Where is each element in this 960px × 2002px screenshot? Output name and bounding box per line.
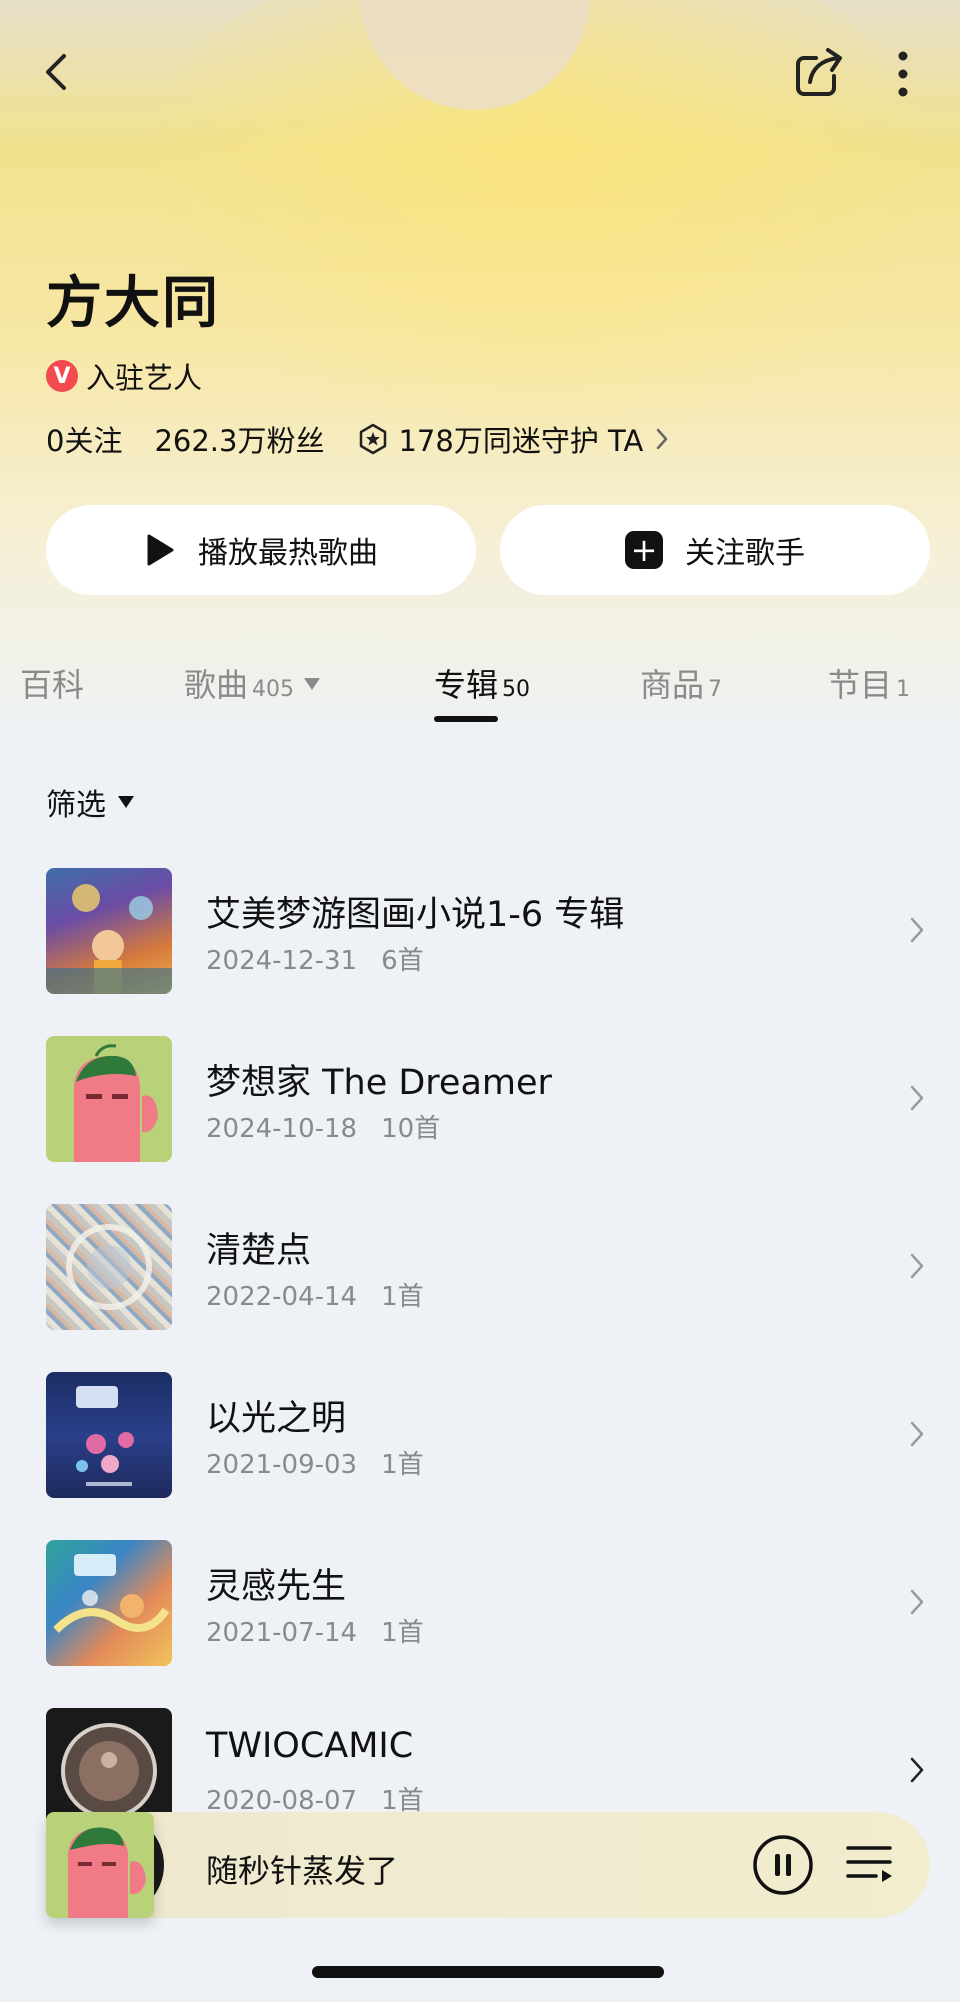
tab-count: 7 [708,677,723,702]
tab-count: 405 [252,677,295,702]
dropdown-triangle-icon [304,678,321,690]
album-item[interactable]: 以光之明 2021-09-03 1首 [0,1372,960,1512]
fans-count[interactable]: 262.3万粉丝 [154,418,324,460]
following-count[interactable]: 0关注 [46,418,122,460]
now-playing-cover[interactable] [46,1812,154,1918]
tab-count: 1 [896,677,911,702]
playlist-button[interactable] [844,1838,894,1888]
album-cover [46,1540,172,1666]
shield-star-icon [360,423,387,455]
tab-songs[interactable]: 歌曲 405 [184,660,321,720]
chevron-left-icon [46,54,66,90]
home-indicator[interactable] [312,1966,664,1978]
album-cover [46,868,172,994]
album-date: 2021-09-03 [206,1450,358,1480]
play-hot-songs-button[interactable]: 播放最热歌曲 [46,505,476,595]
album-track-count: 1首 [381,1618,424,1648]
stats-row: 0关注 262.3万粉丝 178万同迷守护 TA [46,416,671,462]
album-cover [46,1036,172,1162]
top-bar [0,38,960,108]
album-meta: 2021-09-03 1首 [206,1444,424,1481]
now-playing-title: 随秒针蒸发了 [206,1852,399,1890]
more-button[interactable] [878,44,928,102]
album-title: 梦想家 The Dreamer [206,1063,552,1103]
album-title: 灵感先生 [206,1567,347,1607]
album-cover [46,1204,172,1330]
tab-programs[interactable]: 节目 1 [828,660,910,720]
album-item[interactable]: 梦想家 The Dreamer 2024-10-18 10首 [0,1036,960,1176]
verified-row: V 入驻艺人 [46,356,202,396]
chevron-right-icon [657,428,668,450]
play-hot-songs-label: 播放最热歌曲 [198,536,378,571]
album-date: 2024-10-18 [206,1114,358,1144]
back-button[interactable] [30,44,86,100]
album-track-count: 1首 [381,1450,424,1480]
tab-encyclopedia[interactable]: 百科 [20,660,84,720]
album-track-count: 10首 [381,1114,441,1144]
filter-label: 筛选 [46,788,106,823]
tab-label: 商品 [640,666,705,704]
dropdown-triangle-icon [118,796,134,808]
chevron-right-icon [910,917,924,943]
album-item[interactable]: 清楚点 2022-04-14 1首 [0,1204,960,1344]
album-date: 2024-12-31 [206,946,358,976]
guardians-count: 178万同迷守护 TA [398,424,644,458]
album-item[interactable]: 艾美梦游图画小说1-6 专辑 2024-12-31 6首 [0,868,960,1008]
guardians-link[interactable]: 178万同迷守护 TA [356,418,671,460]
album-cover [46,1372,172,1498]
plus-icon: + [625,531,663,569]
album-meta: 2021-07-14 1首 [206,1612,424,1649]
chevron-right-icon [910,1757,924,1783]
verified-label: 入驻艺人 [86,361,203,395]
album-meta: 2024-12-31 6首 [206,940,424,977]
tab-label: 专辑 [434,666,499,704]
pause-icon [753,1835,813,1895]
tab-albums[interactable]: 专辑 50 [434,660,530,720]
album-meta: 2024-10-18 10首 [206,1108,440,1145]
follow-artist-label: 关注歌手 [685,536,805,571]
share-icon [796,48,842,96]
tab-products[interactable]: 商品 7 [640,660,722,720]
album-date: 2022-04-14 [206,1282,358,1312]
chevron-right-icon [910,1589,924,1615]
tab-label: 节目 [828,666,893,704]
more-vertical-icon [898,51,908,97]
pause-button[interactable] [752,1834,814,1896]
album-track-count: 6首 [381,946,424,976]
chevron-right-icon [910,1253,924,1279]
album-title: 以光之明 [206,1399,347,1439]
album-track-count: 1首 [381,1282,424,1312]
tab-label: 歌曲 [184,666,249,704]
play-icon [147,534,174,566]
tab-label: 百科 [20,666,85,704]
follow-artist-button[interactable]: + 关注歌手 [500,505,930,595]
share-button[interactable] [790,44,848,102]
playlist-icon [846,1846,892,1882]
verified-badge-icon: V [46,360,78,392]
filter-dropdown[interactable]: 筛选 [46,780,134,824]
chevron-right-icon [910,1421,924,1447]
album-meta: 2022-04-14 1首 [206,1276,424,1313]
album-title: TWIOCAMIC [206,1726,414,1766]
tab-count: 50 [502,677,531,702]
artist-name: 方大同 [46,271,220,336]
album-title: 清楚点 [206,1231,312,1271]
chevron-right-icon [910,1085,924,1111]
album-date: 2021-07-14 [206,1618,358,1648]
album-title: 艾美梦游图画小说1-6 专辑 [206,895,625,935]
album-item[interactable]: 灵感先生 2021-07-14 1首 [0,1540,960,1680]
active-tab-indicator [434,716,498,722]
